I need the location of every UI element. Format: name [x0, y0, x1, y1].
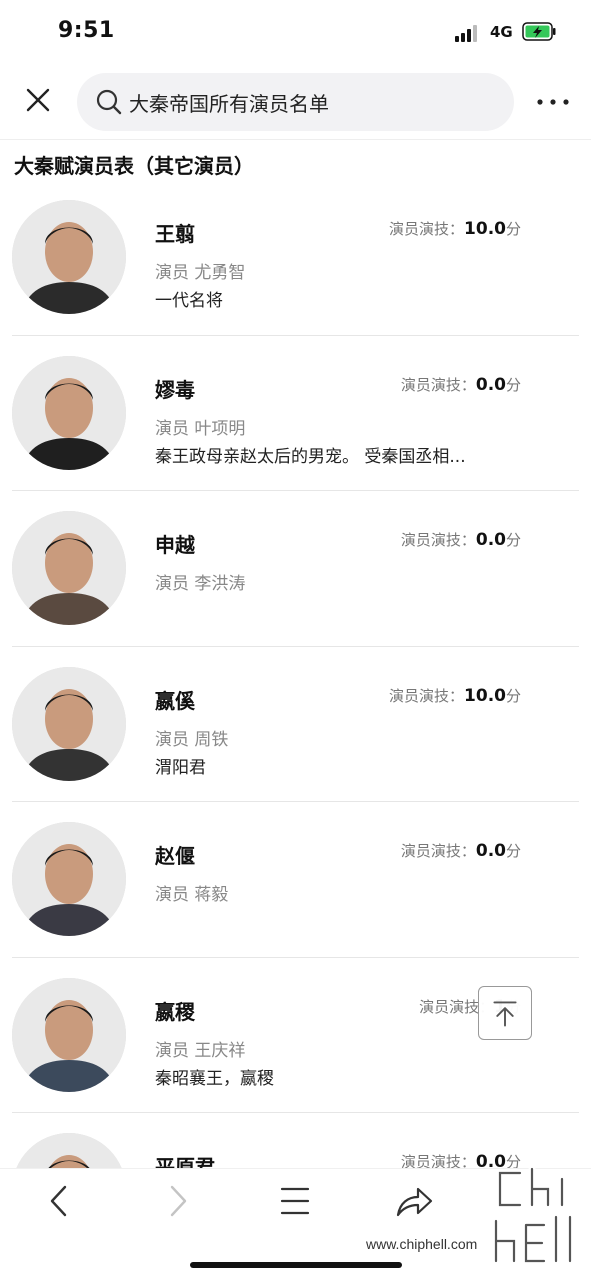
role-name[interactable]: 申越 — [155, 529, 195, 558]
avatar[interactable] — [12, 822, 126, 936]
acting-score: 演员演技：10.0分 — [389, 218, 521, 239]
search-header: 大秦帝国所有演员名单 — [0, 64, 591, 140]
score-value: 0.0 — [475, 374, 506, 395]
role-description: 渭阳君 — [155, 757, 206, 778]
status-time: 9:51 — [58, 18, 115, 43]
acting-score: 演员演技：10.0分 — [389, 685, 521, 706]
score-unit: 分 — [505, 842, 521, 860]
signal-icon — [455, 24, 481, 42]
chevron-left-icon[interactable] — [38, 1183, 82, 1219]
acting-score: 演员演技：0.0分 — [401, 840, 521, 861]
avatar[interactable] — [12, 977, 126, 1092]
score-unit: 分 — [505, 375, 521, 394]
actor-name: 演员 周铁 — [155, 729, 229, 750]
score-value: 0.0 — [475, 841, 506, 861]
chevron-right-icon[interactable] — [155, 1183, 199, 1219]
close-icon[interactable] — [22, 84, 54, 116]
status-bar: 9:51 4G — [0, 0, 591, 64]
section-title: 大秦赋演员表（其它演员） — [14, 154, 254, 178]
actor-list-item[interactable]: 申越 演员 李洪涛 演员演技：0.0分 — [0, 491, 591, 647]
menu-icon[interactable] — [273, 1183, 317, 1219]
score-label: 演员演技： — [400, 531, 476, 549]
battery-icon — [522, 22, 556, 41]
score-label: 演员演技： — [389, 220, 465, 238]
share-icon[interactable] — [392, 1183, 436, 1219]
acting-score: 演员演技：0.0分 — [401, 529, 521, 550]
score-unit: 分 — [505, 220, 521, 238]
actor-name: 演员 李洪涛 — [155, 574, 246, 594]
home-indicator — [190, 1262, 402, 1268]
network-type: 4G — [490, 23, 513, 41]
avatar[interactable] — [12, 666, 126, 781]
avatar[interactable] — [12, 355, 126, 470]
actor-list-item[interactable]: 嫪毒 演员 叶项明 秦王政母亲赵太后的男宠。 受秦国丞相... 演员演技：0.0… — [0, 336, 591, 491]
back-to-top-button[interactable] — [478, 986, 532, 1040]
actor-name: 演员 王庆祥 — [155, 1040, 246, 1061]
score-value: 10.0 — [464, 685, 506, 706]
score-value: 10.0 — [464, 219, 506, 239]
actor-name: 演员 蒋毅 — [155, 885, 229, 905]
score-unit: 分 — [505, 686, 521, 705]
score-label: 演员演技： — [400, 842, 476, 860]
actor-list-item[interactable]: 王翦 演员 尤勇智 一代名将 演员演技：10.0分 — [0, 180, 591, 336]
role-name[interactable]: 嫪毒 — [155, 374, 195, 403]
role-description: 秦王政母亲赵太后的男宠。 受秦国丞相... — [155, 446, 466, 467]
score-label: 演员演技： — [389, 686, 465, 705]
role-name[interactable]: 嬴稷 — [155, 996, 195, 1025]
search-input[interactable]: 大秦帝国所有演员名单 — [77, 73, 514, 131]
score-unit: 分 — [505, 531, 521, 549]
role-description: 秦昭襄王，嬴稷 — [155, 1068, 274, 1089]
acting-score: 演员演技：0.0分 — [401, 374, 521, 395]
avatar[interactable] — [12, 200, 126, 314]
score-label: 演员演技： — [400, 375, 476, 394]
more-icon[interactable] — [534, 90, 572, 114]
actor-list-item[interactable]: 嬴傒 演员 周铁 渭阳君 演员演技：10.0分 — [0, 647, 591, 802]
watermark-text: www.chiphell.com — [366, 1236, 478, 1252]
search-query: 大秦帝国所有演员名单 — [129, 92, 329, 116]
actor-name: 演员 叶项明 — [155, 418, 246, 439]
role-name[interactable]: 嬴傒 — [155, 685, 195, 714]
role-name[interactable]: 赵偃 — [155, 840, 195, 869]
actor-name: 演员 尤勇智 — [155, 263, 246, 283]
avatar[interactable] — [12, 511, 126, 625]
score-value: 0.0 — [475, 530, 506, 550]
actor-list-item[interactable]: 赵偃 演员 蒋毅 演员演技：0.0分 — [0, 802, 591, 958]
search-icon — [96, 89, 122, 115]
actor-list: 王翦 演员 尤勇智 一代名将 演员演技：10.0分 嫪毒 演员 叶项明 秦王政母… — [0, 180, 591, 1269]
role-description: 一代名将 — [155, 291, 223, 311]
role-name[interactable]: 王翦 — [155, 218, 195, 247]
watermark-logo — [492, 1165, 574, 1265]
